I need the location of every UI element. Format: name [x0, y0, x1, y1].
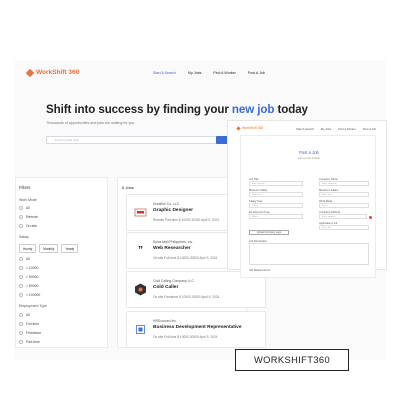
- post-nav-find-worker[interactable]: Find A Worker: [338, 127, 356, 131]
- radio-icon: [19, 215, 23, 219]
- upload-logo-button[interactable]: Upload Company Logo: [249, 230, 289, 235]
- nav-start-search[interactable]: Start A Search: [153, 71, 176, 75]
- hero-subtitle: Thousands of opportunities and jobs are …: [46, 121, 136, 125]
- salary-option[interactable]: > 100000: [19, 293, 40, 297]
- company-name-field[interactable]: Enter company: [319, 181, 369, 186]
- quote-logo-icon: ”: [138, 245, 143, 256]
- post-job-title: Post a Job: [299, 150, 319, 155]
- application-link-field[interactable]: Enter link: [319, 225, 369, 230]
- job-title[interactable]: Business Development Representative: [153, 325, 242, 330]
- radio-icon: [19, 224, 23, 228]
- job-title-field[interactable]: Enter job title: [249, 181, 303, 186]
- employment-option[interactable]: All: [19, 313, 30, 317]
- min-salary-field[interactable]: Enter min: [249, 192, 303, 197]
- work-mode-label: Work Mode: [19, 198, 37, 202]
- search-placeholder: Look for jobs here: [55, 138, 80, 142]
- logo-icon: [236, 125, 241, 131]
- job-meta: On-site Full-time $ 10000-30000 April 9,…: [153, 256, 218, 260]
- post-job-screen: WorkShift 360 Start A Search My Jobs Fin…: [227, 120, 387, 278]
- job-card[interactable]: HRSourced Inc. Business Development Repr…: [126, 311, 266, 348]
- radio-icon: [19, 331, 23, 335]
- square-logo-icon: [134, 323, 147, 336]
- headline-accent: new job: [231, 103, 275, 116]
- chip-monthly[interactable]: Monthly: [39, 244, 59, 253]
- chip-yearly[interactable]: Yearly: [61, 244, 79, 253]
- employment-option[interactable]: Freelance: [19, 331, 41, 335]
- nav-my-jobs[interactable]: My Jobs: [188, 71, 201, 75]
- job-meta: Remote Part-time $ 10000-30000 April 9, …: [153, 218, 219, 222]
- job-company: Duraflon Co. LLC: [153, 202, 180, 206]
- job-company: Sylva Mall Philippines, Inc.: [153, 240, 194, 244]
- employment-option[interactable]: Part-time: [19, 340, 40, 344]
- salary-option[interactable]: All: [19, 257, 30, 261]
- nav-post-job[interactable]: Post A Job: [248, 71, 265, 75]
- salary-type-select[interactable]: Select: [249, 203, 303, 208]
- max-salary-field[interactable]: Enter max: [319, 192, 369, 197]
- radio-icon: [19, 266, 23, 270]
- post-nav-start-search[interactable]: Start A Search: [296, 127, 314, 131]
- chip-hourly[interactable]: Hourly: [19, 244, 37, 253]
- top-navigation: WorkShift 360 Start A Search My Jobs Fin…: [15, 60, 385, 88]
- hexagon-logo-icon: [134, 283, 147, 296]
- filters-panel: Filters Work Mode All Remote On-site Sal…: [15, 177, 108, 348]
- job-description-field[interactable]: [249, 243, 369, 265]
- hero-headline: Shift into success by finding your new j…: [46, 103, 308, 116]
- post-nav-my-jobs[interactable]: My Jobs: [321, 127, 331, 131]
- job-title[interactable]: Cold Caller: [153, 285, 178, 290]
- job-requirements-label: Job Requirements: [249, 269, 271, 272]
- salary-label: Salary: [19, 235, 29, 239]
- salary-option[interactable]: > 50000: [19, 275, 38, 279]
- post-logo[interactable]: WorkShift 360: [236, 125, 263, 131]
- filters-title: Filters: [19, 185, 31, 190]
- work-mode-option[interactable]: On-site: [19, 224, 37, 228]
- company-address-field[interactable]: Enter address: [319, 214, 367, 219]
- logo-icon: [25, 68, 35, 77]
- work-mode-select[interactable]: Select: [319, 203, 369, 208]
- radio-icon: [19, 340, 23, 344]
- radio-icon: [19, 275, 23, 279]
- job-title[interactable]: Graphic Designer: [153, 208, 193, 213]
- work-mode-option[interactable]: Remote: [19, 215, 38, 219]
- employment-type-select[interactable]: Select: [249, 214, 303, 219]
- site-logo[interactable]: WorkShift 360: [25, 68, 80, 77]
- work-mode-option[interactable]: All: [19, 206, 30, 210]
- salary-option[interactable]: > 80000: [19, 284, 38, 288]
- post-nav-post-job[interactable]: Post A Job: [363, 127, 376, 131]
- jobs-count: 6 Jobs: [122, 185, 134, 190]
- radio-icon: [19, 293, 23, 297]
- radio-icon: [19, 284, 23, 288]
- salary-option[interactable]: > 10000: [19, 266, 38, 270]
- job-meta: On-site Full-time $ 10000-30000 April 9,…: [153, 335, 218, 339]
- required-indicator-icon: [369, 216, 372, 219]
- employment-option[interactable]: Full-time: [19, 322, 39, 326]
- logo-text: WorkShift 360: [36, 69, 80, 76]
- job-meta: On-site Freelance $ 10000-30000 April 9,…: [153, 295, 220, 299]
- job-company: Cold Calling Company LLC: [153, 279, 194, 283]
- nav-links: Start A Search My Jobs Find A Worker Pos…: [153, 71, 265, 75]
- company-logo-icon: [134, 206, 147, 219]
- post-job-subtitle: Fill out the details: [298, 156, 320, 160]
- brand-label: WORKSHIFT360: [235, 349, 349, 371]
- salary-period-chips: Hourly Monthly Yearly: [19, 244, 79, 253]
- post-nav: Start A Search My Jobs Find A Worker Pos…: [296, 127, 376, 131]
- nav-find-worker[interactable]: Find A Worker: [213, 71, 236, 75]
- job-company: HRSourced Inc.: [153, 319, 177, 323]
- job-title[interactable]: Web Researcher: [153, 246, 191, 251]
- radio-icon: [19, 322, 23, 326]
- radio-icon: [19, 206, 23, 210]
- post-job-form: Post a Job Fill out the details Job Titl…: [240, 135, 376, 278]
- radio-icon: [19, 313, 23, 317]
- employment-type-label: Employment Type: [19, 304, 47, 308]
- radio-icon: [19, 257, 23, 261]
